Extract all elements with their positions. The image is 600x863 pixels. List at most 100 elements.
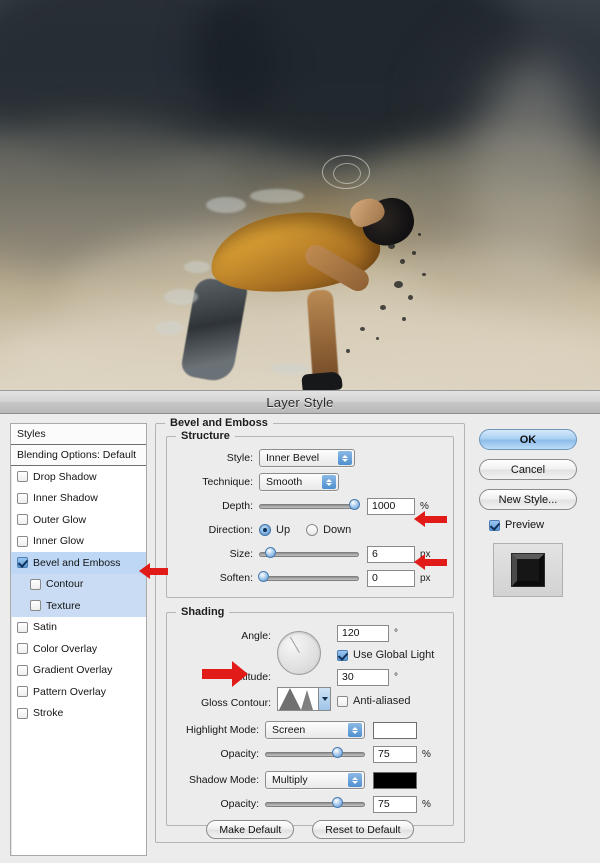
shadow-opacity-thumb[interactable] [332, 797, 343, 808]
checkbox-bevel-and-emboss[interactable] [17, 557, 28, 568]
use-global-light-label: Use Global Light [353, 649, 434, 661]
checkbox-pattern-overlay[interactable] [17, 686, 28, 697]
make-default-button[interactable]: Make Default [206, 820, 294, 839]
depth-slider[interactable] [259, 501, 359, 511]
soften-slider[interactable] [259, 573, 359, 583]
highlight-mode-dropdown[interactable]: Screen [265, 721, 365, 739]
angle-dial[interactable] [277, 631, 321, 675]
checkbox-use-global-light[interactable] [337, 650, 348, 661]
shadow-opacity-label: Opacity: [177, 798, 265, 810]
technique-label: Technique: [177, 476, 259, 488]
chevron-updown-icon[interactable] [348, 773, 362, 787]
size-slider[interactable] [259, 549, 359, 559]
group-title: Bevel and Emboss [165, 417, 273, 429]
size-slider-thumb[interactable] [265, 547, 276, 558]
shadow-opacity-slider[interactable] [265, 799, 365, 809]
annotation-arrow-depth [414, 511, 447, 527]
gloss-contour-preview[interactable] [277, 687, 319, 711]
altitude-value: 30 [342, 671, 354, 683]
checkbox-texture[interactable] [30, 600, 41, 611]
chevron-updown-icon[interactable] [322, 475, 336, 489]
annotation-arrow-gloss-contour [202, 663, 248, 685]
annotation-arrow-size [414, 554, 447, 570]
style-item-satin[interactable]: Satin [11, 617, 146, 639]
shadow-opacity-row: Opacity: 75 % [177, 793, 443, 815]
altitude-unit: ° [394, 672, 398, 683]
anti-aliased-row[interactable]: Anti-aliased [337, 689, 443, 713]
size-row: Size: 6 px [177, 543, 443, 565]
chevron-updown-icon[interactable] [348, 723, 362, 737]
style-item-color-overlay[interactable]: Color Overlay [11, 638, 146, 660]
ok-button[interactable]: OK [479, 429, 577, 450]
technique-dropdown[interactable]: Smooth [259, 473, 339, 491]
radio-direction-down[interactable] [306, 524, 318, 536]
chevron-updown-icon[interactable] [338, 451, 352, 465]
style-item-inner-shadow[interactable]: Inner Shadow [11, 488, 146, 510]
gloss-contour-dropdown-arrow[interactable] [319, 687, 331, 711]
soften-input[interactable]: 0 [367, 570, 415, 587]
checkbox-stroke[interactable] [17, 708, 28, 719]
default-buttons-row: Make Default Reset to Default [156, 820, 464, 839]
highlight-opacity-value: 75 [378, 748, 390, 760]
checkbox-gradient-overlay[interactable] [17, 665, 28, 676]
angle-unit: ° [394, 628, 398, 639]
style-dropdown[interactable]: Inner Bevel [259, 449, 355, 467]
dialog-actions: OK Cancel New Style... Preview [473, 423, 583, 856]
styles-sidebar: Styles Blending Options: Default Drop Sh… [10, 423, 147, 856]
highlight-opacity-input[interactable]: 75 [373, 746, 417, 763]
styles-header[interactable]: Styles [11, 424, 146, 445]
soften-slider-thumb[interactable] [258, 571, 269, 582]
checkbox-anti-aliased[interactable] [337, 696, 348, 707]
style-item-contour[interactable]: Contour [11, 574, 146, 596]
size-input[interactable]: 6 [367, 546, 415, 563]
styles-list-panel[interactable]: Styles Blending Options: Default Drop Sh… [10, 423, 147, 856]
photo-subject-figure [150, 185, 450, 392]
background-photo [0, 0, 600, 392]
shadow-opacity-value: 75 [378, 798, 390, 810]
style-item-label: Stroke [33, 707, 63, 719]
style-row: Style: Inner Bevel [177, 447, 443, 469]
new-style-button[interactable]: New Style... [479, 489, 577, 510]
technique-dropdown-value: Smooth [266, 476, 302, 488]
style-item-drop-shadow[interactable]: Drop Shadow [11, 466, 146, 488]
style-item-gradient-overlay[interactable]: Gradient Overlay [11, 660, 146, 682]
gloss-contour-label: Gloss Contour: [201, 697, 277, 709]
checkbox-satin[interactable] [17, 622, 28, 633]
angle-input[interactable]: 120 [337, 625, 389, 642]
size-label: Size: [177, 548, 259, 560]
style-item-inner-glow[interactable]: Inner Glow [11, 531, 146, 553]
radio-direction-up[interactable] [259, 524, 271, 536]
shadow-opacity-input[interactable]: 75 [373, 796, 417, 813]
reset-to-default-button[interactable]: Reset to Default [312, 820, 413, 839]
checkbox-preview[interactable] [489, 520, 500, 531]
style-item-bevel-and-emboss[interactable]: Bevel and Emboss [11, 552, 146, 574]
shadow-mode-dropdown[interactable]: Multiply [265, 771, 365, 789]
style-item-label: Inner Shadow [33, 492, 98, 504]
shadow-color-swatch[interactable] [373, 772, 417, 789]
style-item-stroke[interactable]: Stroke [11, 703, 146, 725]
checkbox-inner-shadow[interactable] [17, 493, 28, 504]
style-item-texture[interactable]: Texture [11, 595, 146, 617]
highlight-opacity-slider[interactable] [265, 749, 365, 759]
blending-options-item[interactable]: Blending Options: Default [11, 445, 146, 466]
highlight-color-swatch[interactable] [373, 722, 417, 739]
dialog-titlebar[interactable]: Layer Style [0, 391, 600, 414]
angle-value: 120 [342, 627, 360, 639]
checkbox-contour[interactable] [30, 579, 41, 590]
depth-input[interactable]: 1000 [367, 498, 415, 515]
checkbox-inner-glow[interactable] [17, 536, 28, 547]
style-item-outer-glow[interactable]: Outer Glow [11, 509, 146, 531]
checkbox-drop-shadow[interactable] [17, 471, 28, 482]
direction-down-label: Down [323, 524, 351, 536]
cancel-button[interactable]: Cancel [479, 459, 577, 480]
use-global-light-row[interactable]: Use Global Light [337, 645, 443, 665]
altitude-input[interactable]: 30 [337, 669, 389, 686]
highlight-opacity-thumb[interactable] [332, 747, 343, 758]
checkbox-outer-glow[interactable] [17, 514, 28, 525]
style-item-pattern-overlay[interactable]: Pattern Overlay [11, 681, 146, 703]
preview-row[interactable]: Preview [479, 519, 577, 531]
checkbox-color-overlay[interactable] [17, 643, 28, 654]
style-item-label: Gradient Overlay [33, 664, 112, 676]
style-item-label: Satin [33, 621, 57, 633]
depth-slider-thumb[interactable] [349, 499, 360, 510]
